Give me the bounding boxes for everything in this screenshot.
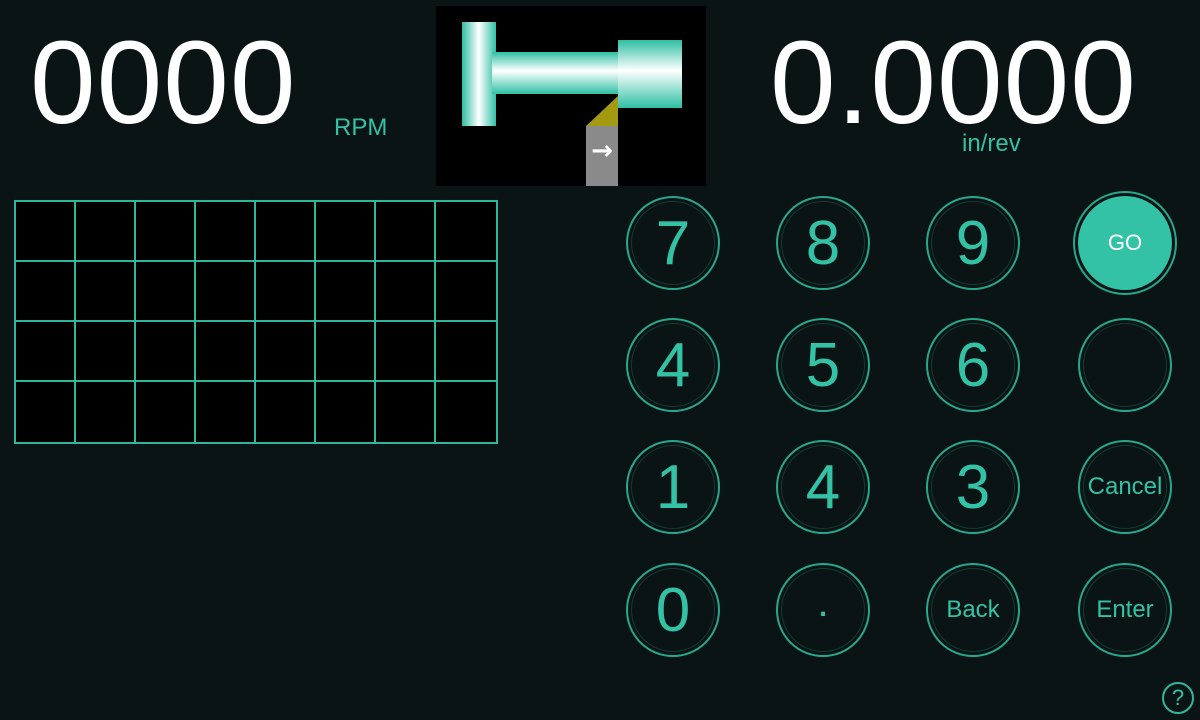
grid-cell [436, 382, 496, 442]
grid-cell [436, 322, 496, 382]
lathe-illustration: → [436, 6, 706, 186]
key-8-button[interactable]: 8 [776, 196, 870, 290]
grid-cell [196, 202, 256, 262]
grid-cell [376, 322, 436, 382]
key-9-button[interactable]: 9 [926, 196, 1020, 290]
blank-button[interactable] [1078, 318, 1172, 412]
grid-cell [136, 202, 196, 262]
grid-cell [376, 202, 436, 262]
key-1-button[interactable]: 1 [626, 440, 720, 534]
status-grid [14, 200, 498, 444]
grid-cell [436, 262, 496, 322]
key-0-button[interactable]: 0 [626, 563, 720, 657]
lathe-control-screen: 0000 RPM → 0.0000 in/rev 7 8 9 GO 4 5 6 … [0, 0, 1200, 720]
grid-cell [196, 262, 256, 322]
decimal-point-button[interactable]: . [776, 563, 870, 657]
grid-cell [436, 202, 496, 262]
key-5-button[interactable]: 5 [776, 318, 870, 412]
tool-tip [586, 96, 618, 126]
key-7-button[interactable]: 7 [626, 196, 720, 290]
grid-cell [76, 202, 136, 262]
grid-cell [196, 322, 256, 382]
grid-cell [16, 202, 76, 262]
go-button[interactable]: GO [1078, 196, 1172, 290]
grid-cell [256, 322, 316, 382]
chuck-plate [462, 22, 496, 126]
key-6-button[interactable]: 6 [926, 318, 1020, 412]
grid-cell [376, 262, 436, 322]
grid-cell [136, 262, 196, 322]
grid-cell [16, 322, 76, 382]
shaft [492, 52, 622, 94]
grid-cell [136, 322, 196, 382]
grid-cell [76, 322, 136, 382]
grid-cell [256, 202, 316, 262]
feed-unit-label: in/rev [962, 130, 1021, 157]
grid-cell [256, 382, 316, 442]
grid-cell [16, 262, 76, 322]
grid-cell [376, 382, 436, 442]
enter-button[interactable]: Enter [1078, 563, 1172, 657]
grid-cell [16, 382, 76, 442]
grid-cell [316, 322, 376, 382]
help-button[interactable]: ? [1162, 682, 1194, 714]
workpiece [618, 40, 682, 108]
help-icon: ? [1171, 685, 1185, 710]
key-4-lower-button[interactable]: 4 [776, 440, 870, 534]
cancel-button[interactable]: Cancel [1078, 440, 1172, 534]
rpm-unit-label: RPM [334, 114, 388, 141]
grid-cell [196, 382, 256, 442]
grid-cell [76, 262, 136, 322]
lathe-spindle-icon [462, 22, 682, 186]
key-3-button[interactable]: 3 [926, 440, 1020, 534]
grid-cell [136, 382, 196, 442]
key-4-button[interactable]: 4 [626, 318, 720, 412]
rpm-readout: 0000 [30, 17, 297, 149]
grid-cell [316, 202, 376, 262]
grid-cell [316, 262, 376, 322]
feed-direction-arrow-icon: → [591, 136, 613, 166]
feed-readout: 0.0000 [770, 17, 1137, 149]
grid-cell [76, 382, 136, 442]
grid-cell [256, 262, 316, 322]
back-button[interactable]: Back [926, 563, 1020, 657]
grid-cell [316, 382, 376, 442]
